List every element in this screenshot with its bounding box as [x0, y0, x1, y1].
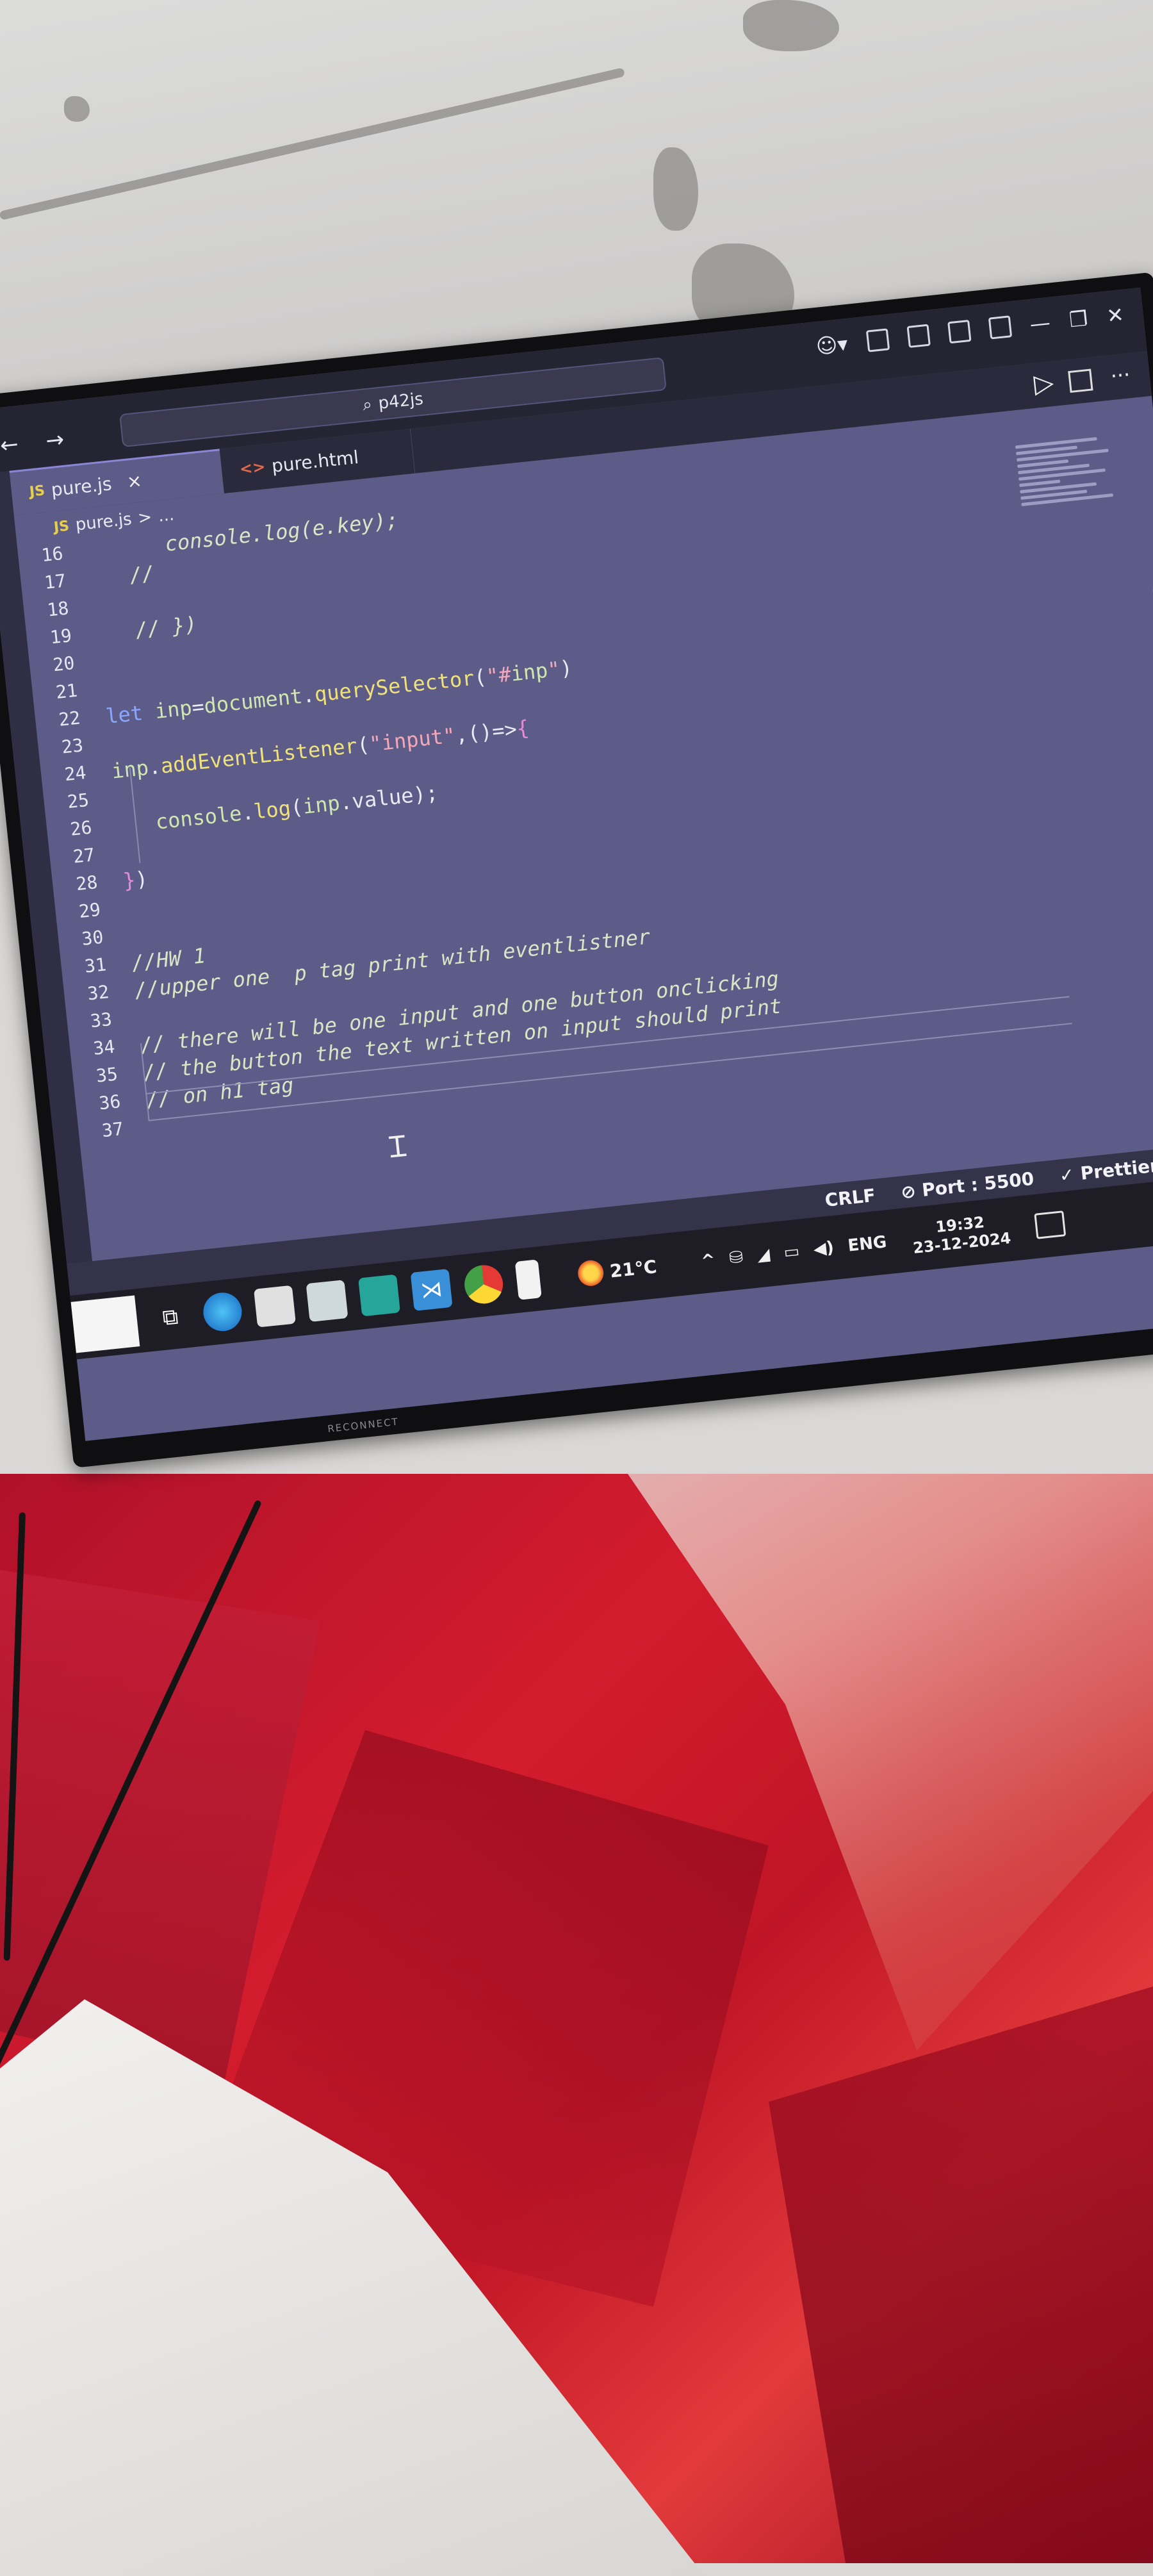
monitor: RECONNECT ← → ⌕ p42js ☺▾ — ❐ ✕ JS pure.j… [0, 272, 1153, 1468]
search-text: p42js [377, 389, 425, 413]
close-icon[interactable]: ✕ [1106, 302, 1125, 329]
js-file-icon: JS [53, 518, 70, 536]
wall-stain [653, 147, 698, 231]
clock[interactable]: 19:32 23-12-2024 [910, 1210, 1012, 1257]
minimize-icon[interactable]: — [1029, 310, 1052, 336]
text-cursor-icon: Ɪ [388, 1128, 408, 1165]
store-icon[interactable] [306, 1280, 348, 1323]
minimap[interactable] [1015, 432, 1133, 602]
volume-icon[interactable]: ◀) [812, 1238, 835, 1259]
system-tray: ^ ⛁ ◢ ▭ ◀) ENG [700, 1232, 887, 1271]
file-explorer-icon[interactable] [253, 1285, 296, 1328]
line-number: 35 [95, 1063, 119, 1087]
remote-icon[interactable] [358, 1274, 401, 1317]
line-number: 34 [92, 1036, 116, 1059]
back-arrow-icon[interactable]: ← [0, 431, 20, 459]
line-number: 33 [89, 1008, 113, 1032]
line-number: 17 [43, 570, 67, 593]
toggle-sidebar-icon[interactable] [906, 324, 931, 349]
line-number: 36 [97, 1091, 122, 1114]
code-text: //HW 1 [130, 943, 207, 975]
weather-sun-icon [576, 1259, 605, 1287]
wall-stain [64, 96, 90, 122]
run-button[interactable]: ▷ [1033, 368, 1055, 399]
line-number: 26 [69, 816, 93, 840]
toggle-secondary-sidebar-icon[interactable] [988, 315, 1012, 340]
line-number: 32 [86, 981, 110, 1005]
code-text: // [128, 561, 156, 588]
wifi-icon[interactable]: ◢ [756, 1245, 771, 1266]
line-number: 29 [78, 898, 102, 923]
onedrive-icon[interactable]: ⛁ [728, 1248, 744, 1268]
line-number: 22 [58, 707, 81, 731]
check-icon: ✓ [1058, 1163, 1075, 1186]
line-number: 19 [49, 625, 73, 648]
wall-shadow [0, 67, 625, 220]
code-text: }) [122, 866, 149, 893]
blank-app-icon[interactable] [514, 1259, 542, 1300]
eol-indicator[interactable]: CRLF [824, 1184, 876, 1210]
layout-icon[interactable] [865, 328, 890, 352]
nav-arrows: ← → [0, 427, 65, 459]
line-number: 18 [46, 597, 70, 621]
vscode-window: ← → ⌕ p42js ☺▾ — ❐ ✕ JS pure.js × <> pur… [0, 287, 1153, 1441]
tab-label: pure.html [270, 446, 360, 477]
breadcrumb-file[interactable]: pure.js [74, 509, 133, 534]
code-editor[interactable]: 16 console.log(e.key); 17 // 18 19 // }) 20 21 22… [0, 428, 1153, 1302]
html-file-icon: <> [238, 458, 266, 479]
weather-widget[interactable]: 21°C [576, 1253, 658, 1287]
line-number: 23 [60, 734, 85, 758]
prettier-status[interactable]: ✓ Prettier [1058, 1155, 1153, 1186]
chrome-icon[interactable] [462, 1263, 505, 1306]
code-text: console.log(e.key); [163, 507, 400, 556]
wall-stain [743, 0, 839, 51]
code-text: console.log(inp.value); [154, 780, 439, 834]
vscode-icon[interactable]: ⋊ [410, 1268, 453, 1311]
line-number: 25 [66, 789, 90, 813]
line-number: 16 [40, 542, 65, 566]
copilot-icon[interactable]: ☺▾ [815, 331, 849, 359]
breadcrumb-separator: > [136, 508, 153, 529]
temperature: 21°C [609, 1255, 658, 1282]
search-icon: ⌕ [361, 394, 373, 415]
line-number: 24 [63, 761, 87, 786]
notifications-icon[interactable] [1034, 1210, 1067, 1239]
line-number: 28 [74, 871, 99, 895]
line-number: 27 [72, 844, 96, 868]
line-number: 37 [101, 1118, 125, 1142]
edge-icon[interactable] [201, 1291, 244, 1333]
tray-chevron-icon[interactable]: ^ [700, 1250, 716, 1271]
breadcrumb-symbol[interactable]: ... [158, 505, 176, 525]
task-view-icon[interactable]: ⧉ [149, 1296, 192, 1339]
port-icon: ⊘ [899, 1180, 917, 1203]
tab-label: pure.js [50, 473, 113, 501]
close-tab-icon[interactable]: × [126, 470, 143, 492]
line-number: 20 [52, 652, 76, 676]
battery-icon[interactable]: ▭ [783, 1242, 801, 1262]
split-editor-icon[interactable] [1068, 368, 1093, 393]
toggle-panel-icon[interactable] [947, 319, 972, 344]
line-number: 31 [83, 954, 108, 977]
line-number: 30 [80, 926, 104, 950]
forward-arrow-icon[interactable]: → [45, 427, 66, 454]
code-text: // }) [134, 611, 199, 643]
taskbar-search-box[interactable] [70, 1295, 140, 1353]
line-number: 21 [54, 679, 79, 704]
code-text: inp.addEventListener("input",()=>{ [110, 715, 530, 784]
js-file-icon: JS [28, 483, 46, 500]
restore-icon[interactable]: ❐ [1068, 306, 1089, 333]
language-indicator[interactable]: ENG [847, 1232, 888, 1255]
prettier-label: Prettier [1079, 1154, 1153, 1184]
indent-guide [129, 767, 141, 863]
more-actions-icon[interactable]: ··· [1109, 362, 1131, 388]
